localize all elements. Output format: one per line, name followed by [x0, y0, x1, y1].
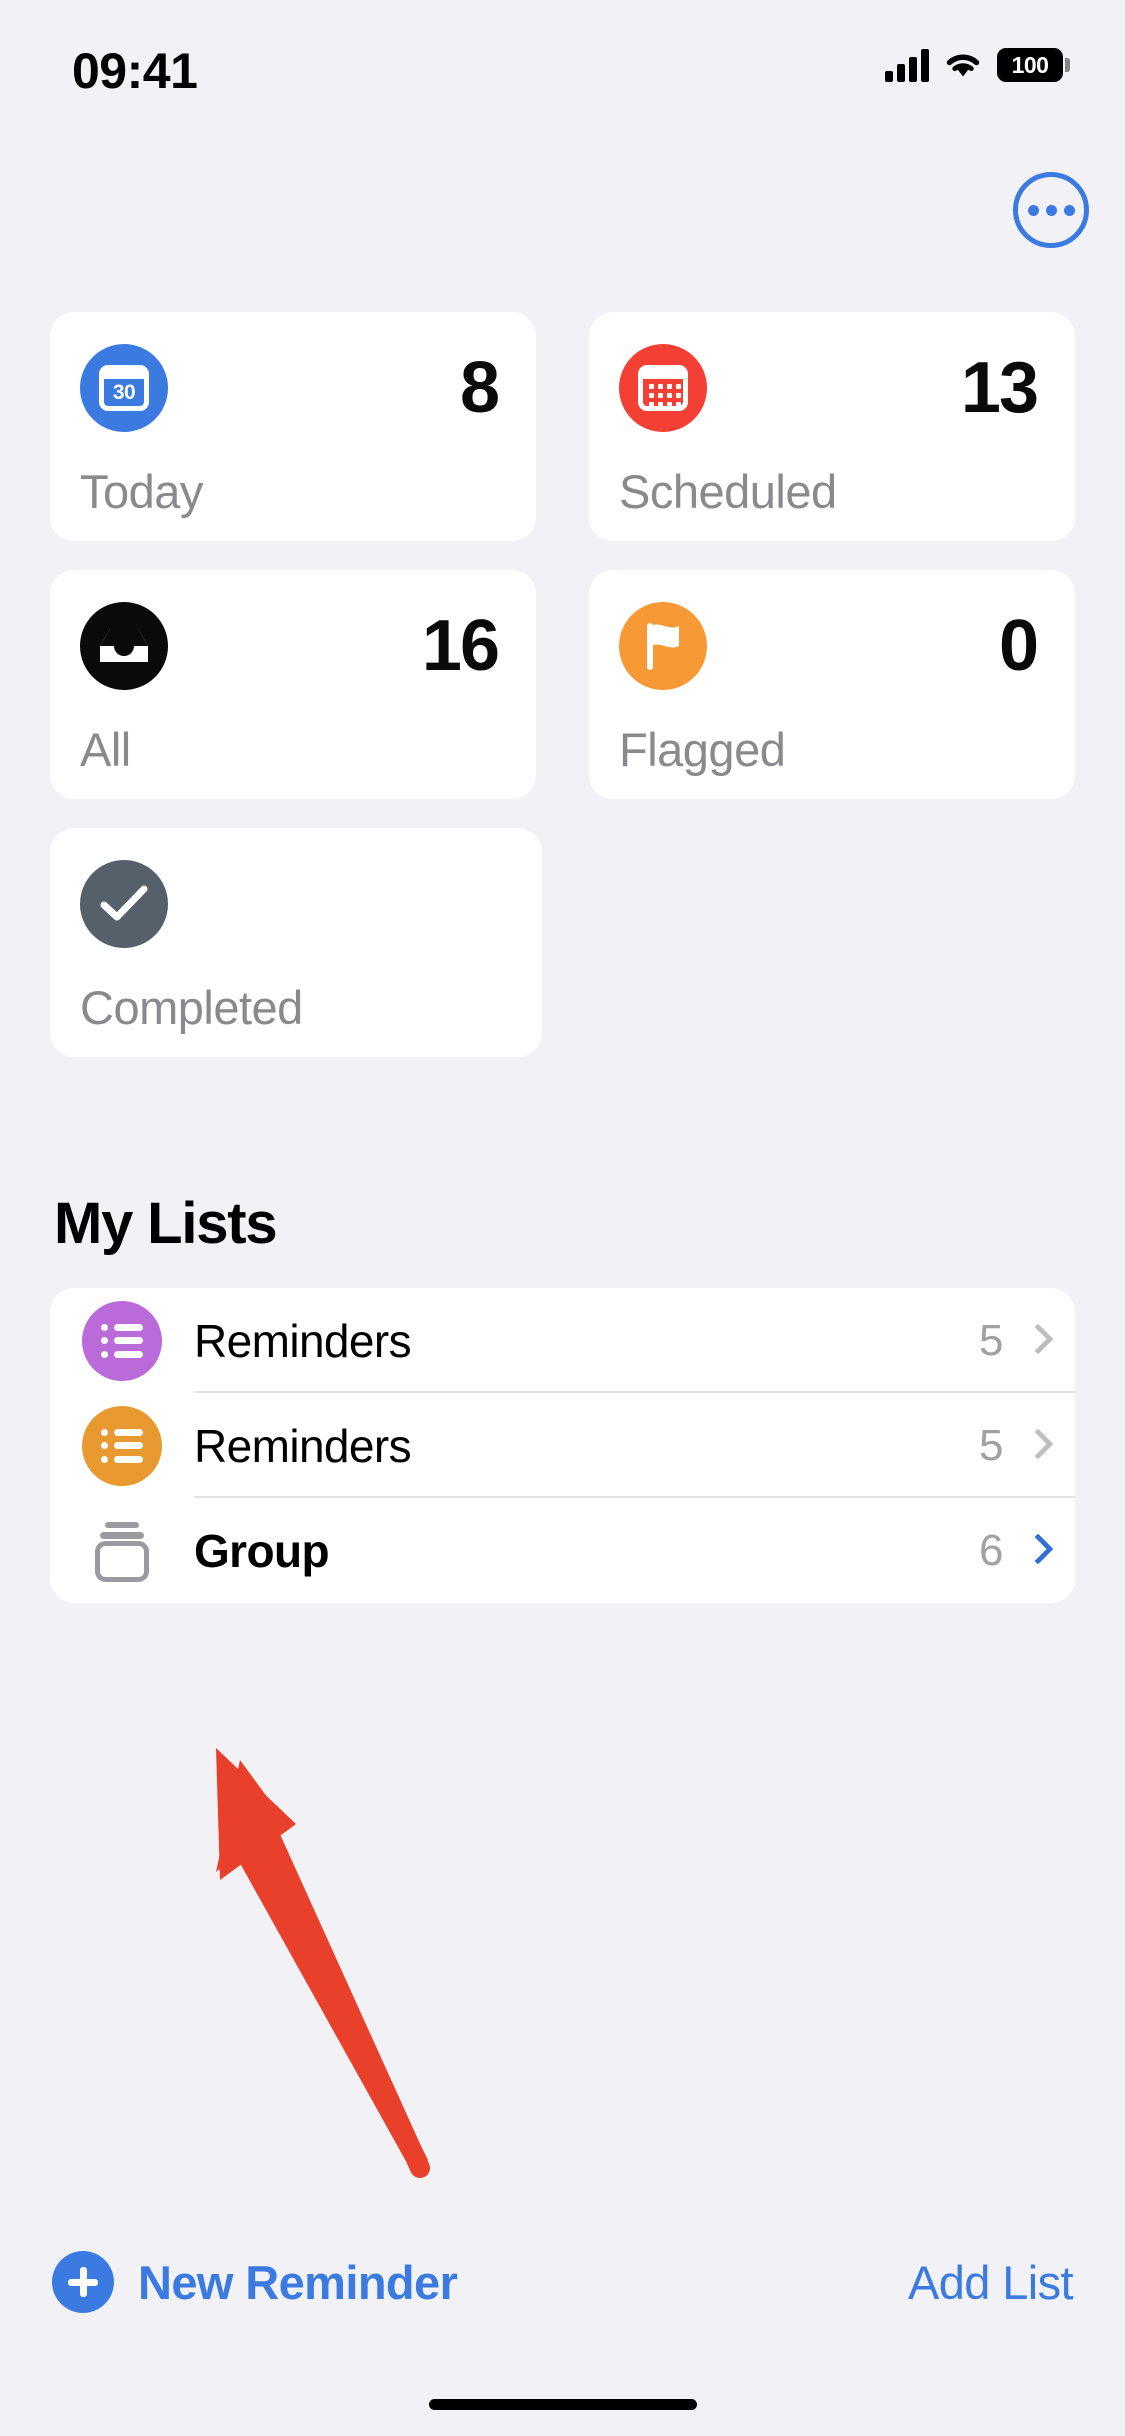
scheduled-label: Scheduled: [619, 465, 837, 518]
group-folder-icon: [82, 1511, 162, 1591]
my-lists-heading: My Lists: [54, 1191, 278, 1256]
smart-card-scheduled[interactable]: 13 Scheduled: [589, 312, 1075, 541]
completed-label: Completed: [80, 981, 303, 1034]
scheduled-count: 13: [960, 348, 1039, 428]
arrow-glyph: [216, 1748, 430, 2178]
card-top: 0: [619, 600, 1045, 692]
status-bar: 09:41 100: [0, 0, 1125, 140]
card-top: 16: [80, 600, 506, 692]
status-bar-indicators: 100: [885, 48, 1070, 82]
list-row-group[interactable]: Group 6: [50, 1498, 1075, 1603]
list-count: 5: [979, 1420, 1003, 1470]
list-row-reminders-purple[interactable]: Reminders 5: [50, 1288, 1075, 1393]
home-indicator[interactable]: [428, 2399, 697, 2410]
checkmark-icon: [80, 860, 168, 948]
bulleted-list-icon: [82, 1405, 162, 1486]
my-lists-card: Reminders 5 Reminders 5 Group 6: [50, 1288, 1075, 1603]
new-reminder-label: New Reminder: [138, 2255, 458, 2309]
calendar-glyph: 30: [99, 365, 149, 411]
calendar-day-number: 30: [112, 381, 136, 404]
smart-card-row: 30 8 Today 13 Scheduled: [50, 312, 1075, 541]
list-count: 6: [979, 1525, 1003, 1575]
card-top: [80, 858, 512, 950]
calendar-grid-icon: [619, 344, 707, 432]
list-count: 5: [979, 1315, 1003, 1365]
check-glyph: [100, 885, 148, 921]
list-name: Reminders: [194, 1419, 412, 1472]
red-arrow-pointer: [180, 1720, 480, 2180]
flag-icon: [619, 602, 707, 690]
chevron-right-icon: [1025, 1430, 1043, 1462]
smart-card-flagged[interactable]: 0 Flagged: [589, 570, 1075, 799]
new-reminder-button[interactable]: New Reminder: [52, 2251, 458, 2313]
calendar-dots: [649, 384, 681, 407]
smart-card-all[interactable]: 16 All: [50, 570, 536, 799]
card-top: 30 8: [80, 342, 506, 434]
list-name: Reminders: [194, 1314, 412, 1367]
plus-circle-icon: [52, 2251, 114, 2313]
group-folder-glyph: [95, 1521, 149, 1582]
bullet-list-glyph: [101, 1428, 143, 1463]
reminders-app-screen: 09:41 100 30 8 Today 13 Scheduled 16 All…: [0, 0, 1125, 2436]
smart-card-row: 16 All 0 Flagged: [50, 570, 1075, 799]
today-count: 8: [459, 348, 500, 428]
calendar-day-icon: 30: [80, 344, 168, 432]
smart-card-row: Completed: [50, 828, 1075, 1057]
flagged-label: Flagged: [619, 723, 786, 776]
add-list-button[interactable]: Add List: [908, 2255, 1074, 2310]
chevron-right-icon: [1025, 1325, 1043, 1357]
tray-glyph: [100, 629, 148, 662]
battery-icon: 100: [997, 48, 1070, 82]
bulleted-list-icon: [82, 1300, 162, 1381]
cellular-bars-icon: [885, 48, 929, 82]
flagged-count: 0: [998, 606, 1039, 686]
flag-glyph: [647, 623, 679, 670]
bullet-list-glyph: [101, 1323, 143, 1358]
wifi-icon: [946, 54, 980, 77]
card-top: 13: [619, 342, 1045, 434]
ellipsis-dot: [1063, 204, 1075, 216]
more-ellipsis-button[interactable]: [1013, 172, 1089, 248]
smart-card-completed[interactable]: Completed: [50, 828, 542, 1057]
smart-card-today[interactable]: 30 8 Today: [50, 312, 536, 541]
today-label: Today: [80, 465, 203, 518]
calendar-glyph: [638, 365, 688, 411]
ellipsis-dot: [1045, 204, 1057, 216]
chevron-right-icon[interactable]: [1025, 1535, 1043, 1567]
ellipsis-dot: [1027, 204, 1039, 216]
smart-lists-grid: 30 8 Today 13 Scheduled 16 All 0 Flagged…: [50, 312, 1075, 1086]
battery-level-label: 100: [1011, 51, 1049, 78]
status-bar-time: 09:41: [72, 43, 198, 99]
list-name: Group: [194, 1524, 330, 1577]
inbox-tray-icon: [80, 602, 168, 690]
list-row-reminders-orange[interactable]: Reminders 5: [50, 1393, 1075, 1498]
all-label: All: [80, 723, 131, 776]
all-count: 16: [421, 606, 500, 686]
bottom-toolbar: New Reminder Add List: [0, 2232, 1125, 2332]
